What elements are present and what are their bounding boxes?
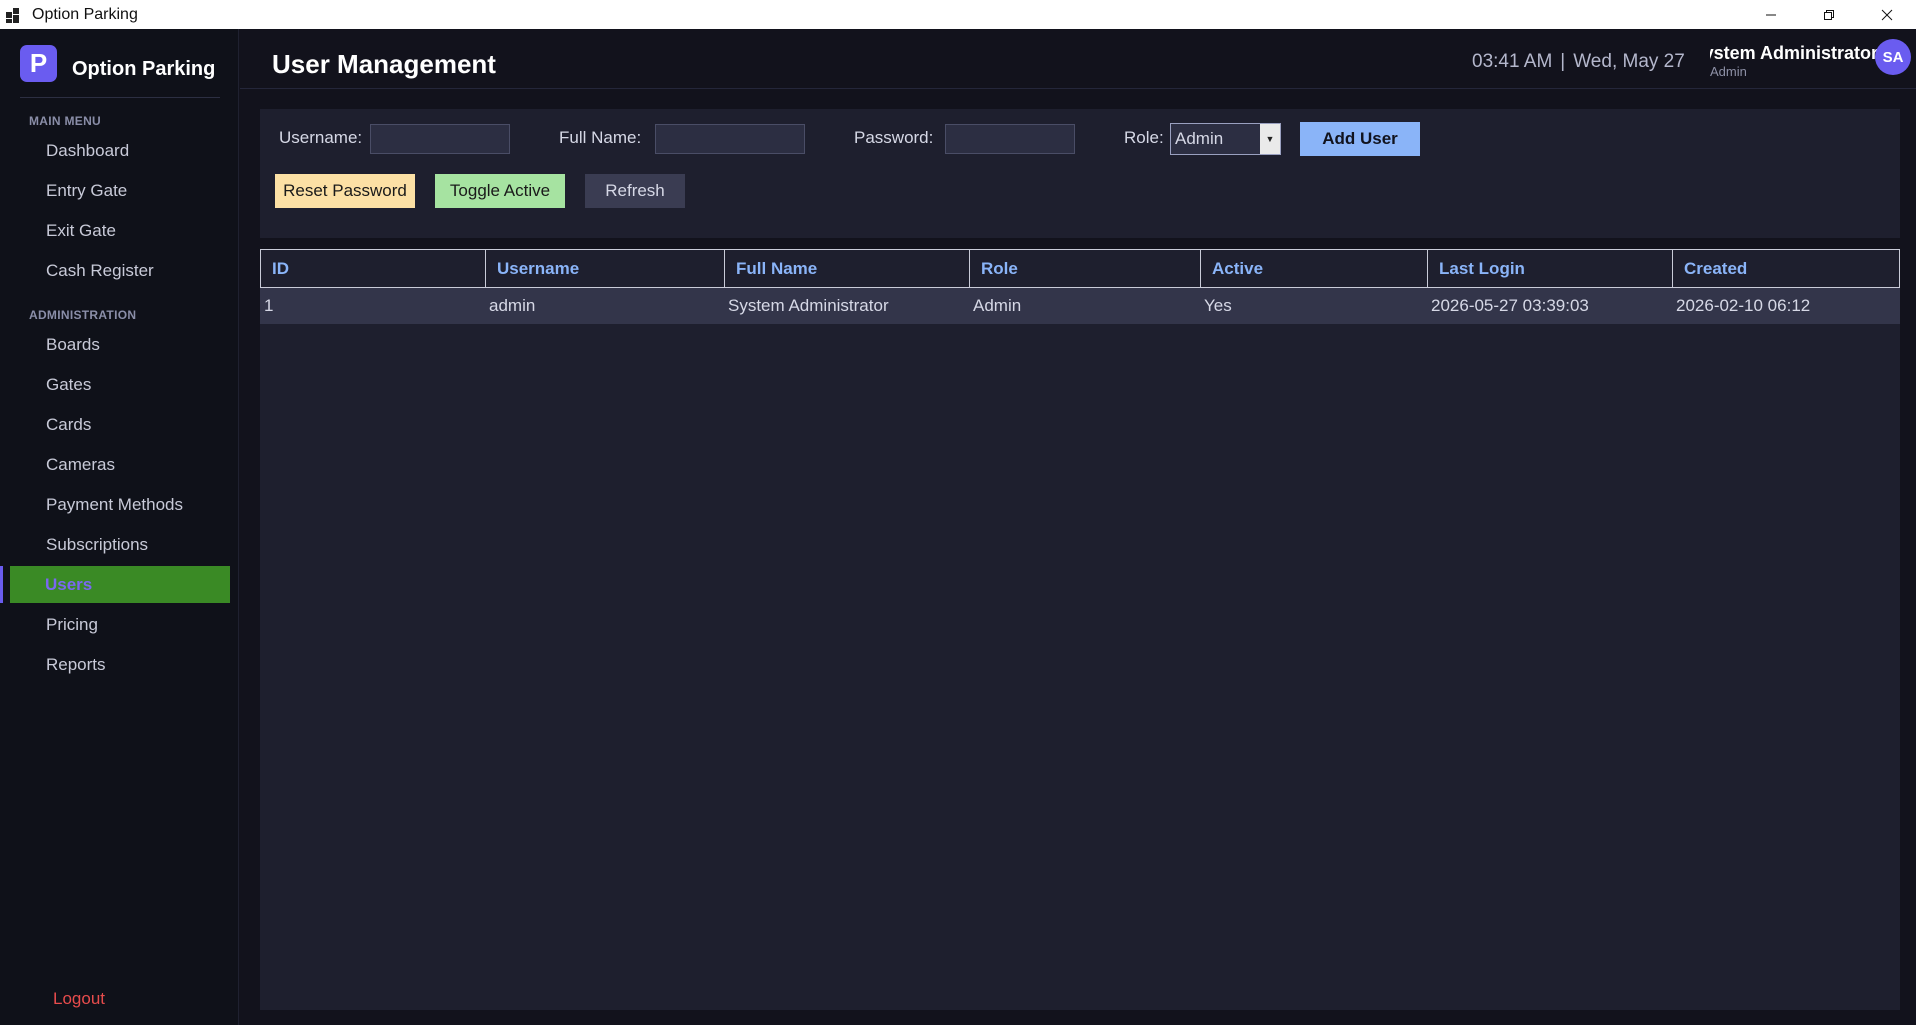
sidebar-item-dashboard[interactable]: Dashboard (10, 132, 230, 169)
cell-full-name: System Administrator (728, 296, 889, 315)
column-header-active[interactable]: Active (1201, 250, 1428, 287)
cell-created: 2026-02-10 06:12 (1676, 296, 1811, 315)
clock-date: Wed, May 27 (1573, 51, 1685, 72)
sidebar-item-payment-methods[interactable]: Payment Methods (10, 486, 230, 523)
column-header-full-name[interactable]: Full Name (725, 250, 970, 287)
sidebar-item-cash-register[interactable]: Cash Register (10, 252, 230, 289)
column-header-id[interactable]: ID (261, 250, 486, 287)
restore-icon[interactable] (1800, 0, 1858, 29)
sidebar-item-gates[interactable]: Gates (10, 366, 230, 403)
sidebar-item-cards[interactable]: Cards (10, 406, 230, 443)
section-label-main-menu: MAIN MENU (29, 114, 102, 128)
sidebar-item-subscriptions[interactable]: Subscriptions (10, 526, 230, 563)
fullname-input[interactable] (655, 124, 805, 154)
page-title: User Management (272, 49, 496, 79)
cell-id: 1 (264, 296, 274, 315)
sidebar-item-exit-gate[interactable]: Exit Gate (10, 212, 230, 249)
sidebar-item-cameras[interactable]: Cameras (10, 446, 230, 483)
add-user-button[interactable]: Add User (1300, 122, 1420, 156)
section-label-administration: ADMINISTRATION (29, 308, 137, 322)
role-select[interactable]: Admin ▼ (1170, 123, 1281, 155)
logout-link[interactable]: Logout (53, 989, 105, 1009)
sidebar-item-pricing[interactable]: Pricing (10, 606, 230, 643)
chevron-down-icon[interactable]: ▼ (1260, 124, 1280, 154)
username-label: Username: (279, 128, 363, 147)
brand-name: Option Parking (72, 58, 216, 80)
table-header: ID Username Full Name Role Active Last L… (260, 249, 1900, 288)
password-label: Password: (854, 128, 934, 147)
minimize-icon[interactable] (1742, 0, 1800, 29)
page-header: User Management 03:41 AM | Wed, May 27 Sys… (240, 29, 1916, 89)
sidebar: P Option Parking MAIN MENU Dashboard Ent… (0, 29, 239, 1025)
column-header-created[interactable]: Created (1673, 250, 1899, 287)
cell-last-login: 2026-05-27 03:39:03 (1431, 296, 1589, 315)
table-row[interactable]: 1 admin System Administrator Admin Yes 2… (260, 288, 1900, 324)
column-header-role[interactable]: Role (970, 250, 1201, 287)
column-header-username[interactable]: Username (486, 250, 725, 287)
window-titlebar: Option Parking (0, 0, 1916, 29)
fullname-label: Full Name: (559, 128, 642, 147)
toggle-active-button[interactable]: Toggle Active (435, 174, 565, 208)
avatar[interactable]: SA (1875, 39, 1911, 75)
username-input[interactable] (370, 124, 510, 154)
cell-role: Admin (973, 296, 1022, 315)
window-controls (1742, 0, 1916, 29)
clock-time: 03:41 AM (1472, 51, 1553, 72)
refresh-button[interactable]: Refresh (585, 174, 685, 208)
sidebar-item-entry-gate[interactable]: Entry Gate (10, 172, 230, 209)
cell-active: Yes (1204, 296, 1232, 315)
window-title: Option Parking (32, 5, 138, 23)
close-icon[interactable] (1858, 0, 1916, 29)
user-role: Admin (1710, 64, 1747, 79)
brand: P Option Parking (20, 45, 215, 82)
user-form-panel: Username: Full Name: Password: Role: Adm… (260, 109, 1900, 238)
datetime: 03:41 AM | Wed, May 27 (1472, 51, 1685, 73)
active-indicator (0, 566, 3, 603)
users-table: ID Username Full Name Role Active Last L… (260, 249, 1900, 1010)
cell-username: admin (489, 296, 536, 315)
role-label: Role: (1124, 128, 1164, 147)
role-select-value: Admin (1175, 129, 1224, 148)
brand-divider (20, 97, 220, 98)
sidebar-item-reports[interactable]: Reports (10, 646, 230, 683)
password-input[interactable] (945, 124, 1075, 154)
app-windows-icon (6, 6, 24, 24)
column-header-last-login[interactable]: Last Login (1428, 250, 1673, 287)
sidebar-item-boards[interactable]: Boards (10, 326, 230, 363)
reset-password-button[interactable]: Reset Password (275, 174, 415, 208)
datetime-separator: | (1560, 51, 1566, 72)
brand-logo-icon: P (20, 45, 57, 82)
sidebar-item-users[interactable]: Users (10, 566, 230, 603)
